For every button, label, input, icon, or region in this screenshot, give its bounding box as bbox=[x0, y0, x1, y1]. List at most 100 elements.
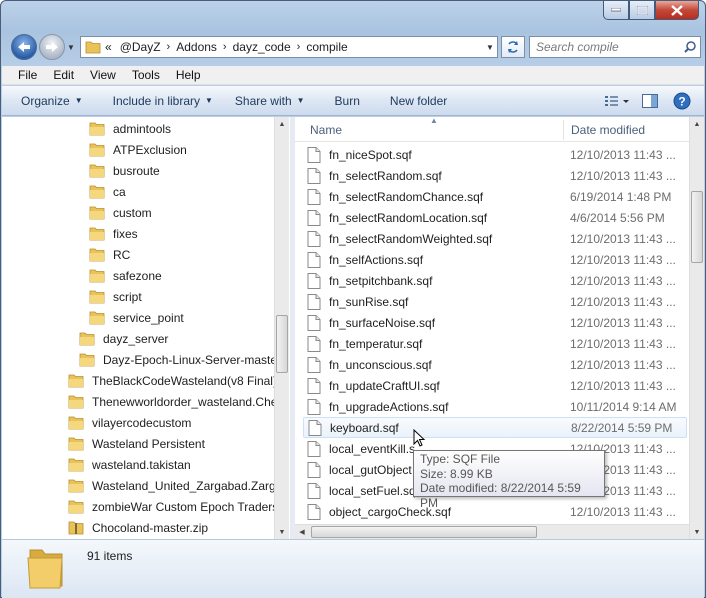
tree-item[interactable]: script bbox=[89, 286, 142, 307]
navigation-pane[interactable]: admintools ATPExclusion busroute ca custom fi… bbox=[2, 117, 290, 539]
file-row[interactable]: fn_setpitchbank.sqf 12/10/2013 11:43 ... bbox=[303, 270, 687, 291]
refresh-button[interactable] bbox=[501, 36, 525, 58]
scroll-down-arrow[interactable]: ▼ bbox=[690, 525, 704, 539]
chevron-right-icon[interactable]: › bbox=[167, 41, 171, 53]
tree-item[interactable]: custom bbox=[89, 202, 152, 223]
file-row[interactable]: fn_sunRise.sqf 12/10/2013 11:43 ... bbox=[303, 291, 687, 312]
tree-item[interactable]: ca bbox=[89, 181, 126, 202]
recent-pages-dropdown[interactable]: ▼ bbox=[67, 43, 75, 52]
minimize-button[interactable] bbox=[603, 1, 629, 20]
chevron-right-icon[interactable]: › bbox=[223, 41, 227, 53]
file-row[interactable]: fn_selectRandomChance.sqf 6/19/2014 1:48 … bbox=[303, 186, 687, 207]
forward-button[interactable] bbox=[39, 34, 65, 60]
maximize-button[interactable] bbox=[629, 1, 655, 20]
folder-icon bbox=[27, 549, 63, 589]
address-bar[interactable]: « @DayZ › Addons › dayz_code › compile ▼ bbox=[80, 36, 498, 58]
search-icon[interactable] bbox=[684, 41, 696, 53]
tree-item[interactable]: Thenewworldorder_wasteland.Cher bbox=[68, 391, 281, 412]
menu-tools[interactable]: Tools bbox=[124, 68, 168, 82]
tree-item[interactable]: wasteland.takistan bbox=[68, 454, 191, 475]
arrow-right-icon bbox=[46, 42, 58, 52]
file-name: fn_selectRandomWeighted.sqf bbox=[329, 231, 493, 246]
burn-button[interactable]: Burn bbox=[324, 94, 371, 108]
item-count: 91 items bbox=[87, 549, 133, 563]
file-row[interactable]: fn_unconscious.sqf 12/10/2013 11:43 ... bbox=[303, 354, 687, 375]
tree-item[interactable]: admintools bbox=[89, 118, 171, 139]
file-row[interactable]: fn_niceSpot.sqf 12/10/2013 11:43 ... bbox=[303, 144, 687, 165]
tree-item[interactable]: Wasteland_United_Zargabad.Zarga bbox=[68, 475, 282, 496]
search-input[interactable] bbox=[536, 40, 676, 54]
file-list-scrollbar[interactable]: ▲ ▼ bbox=[689, 117, 704, 539]
navigation-pane-scroll-thumb[interactable] bbox=[276, 315, 288, 373]
address-dropdown[interactable]: ▼ bbox=[483, 43, 497, 52]
include-in-library-label: Include in library bbox=[112, 93, 200, 108]
folder-icon bbox=[89, 206, 105, 220]
menu-edit[interactable]: Edit bbox=[45, 68, 82, 82]
file-row[interactable]: fn_selectRandomWeighted.sqf 12/10/2013 11… bbox=[303, 228, 687, 249]
file-info-tooltip: Type: SQF File Size: 8.99 KB Date modifi… bbox=[413, 450, 605, 510]
breadcrumb-compile[interactable]: compile bbox=[306, 40, 347, 54]
search-box[interactable] bbox=[529, 36, 701, 58]
tree-item[interactable]: zombieWar Custom Epoch Traders bbox=[68, 496, 278, 517]
chevron-down-icon: ▼ bbox=[74, 96, 83, 105]
folder-icon bbox=[89, 227, 105, 241]
menu-file[interactable]: File bbox=[10, 68, 45, 82]
tree-item[interactable]: service_point bbox=[89, 307, 184, 328]
tree-item[interactable]: ATPExclusion bbox=[89, 139, 187, 160]
organize-button[interactable]: Organize ▼ bbox=[10, 94, 94, 108]
menu-help[interactable]: Help bbox=[168, 68, 209, 82]
share-with-button[interactable]: Share with ▼ bbox=[224, 94, 316, 108]
navigation-pane-scrollbar[interactable]: ▲ ▼ bbox=[274, 117, 289, 539]
tree-item[interactable]: dayz_server bbox=[79, 328, 168, 349]
menu-view[interactable]: View bbox=[82, 68, 124, 82]
file-row[interactable]: fn_selfActions.sqf 12/10/2013 11:43 ... bbox=[303, 249, 687, 270]
file-list-scroll-thumb[interactable] bbox=[691, 191, 703, 263]
tree-item[interactable]: Dayz-Epoch-Linux-Server-master bbox=[79, 349, 281, 370]
file-date-modified: 10/11/2014 9:14 AM bbox=[570, 399, 677, 414]
horizontal-scroll-thumb[interactable] bbox=[311, 526, 537, 538]
breadcrumb-addons[interactable]: Addons bbox=[176, 40, 217, 54]
folder-icon bbox=[68, 437, 84, 451]
horizontal-scrollbar[interactable]: ◀ bbox=[295, 524, 689, 539]
tree-item[interactable]: TheBlackCodeWasteland(v8 Final)( bbox=[68, 370, 281, 391]
file-row[interactable]: fn_selectRandom.sqf 12/10/2013 11:43 ... bbox=[303, 165, 687, 186]
tree-item-label: Wasteland Persistent bbox=[92, 436, 205, 451]
preview-pane-button[interactable] bbox=[634, 91, 666, 111]
column-date-modified[interactable]: Date modified bbox=[571, 123, 645, 137]
tree-item[interactable]: fixes bbox=[89, 223, 138, 244]
file-row[interactable]: fn_upgradeActions.sqf 10/11/2014 9:14 AM bbox=[303, 396, 687, 417]
file-row[interactable]: fn_updateCraftUI.sqf 12/10/2013 11:43 ... bbox=[303, 375, 687, 396]
tree-item[interactable]: Chocoland-master.zip bbox=[68, 517, 208, 538]
close-button[interactable] bbox=[655, 1, 699, 20]
file-row[interactable]: fn_selectRandomLocation.sqf 4/6/2014 5:56… bbox=[303, 207, 687, 228]
address-root-chevron[interactable]: « bbox=[105, 40, 112, 54]
column-name[interactable]: Name bbox=[310, 123, 342, 137]
breadcrumb-dayz[interactable]: @DayZ bbox=[120, 40, 161, 54]
column-divider[interactable] bbox=[563, 120, 564, 140]
new-folder-button[interactable]: New folder bbox=[379, 94, 458, 108]
scroll-up-arrow[interactable]: ▲ bbox=[690, 117, 704, 131]
tree-item[interactable]: RC bbox=[89, 244, 130, 265]
tree-item[interactable]: busroute bbox=[89, 160, 160, 181]
file-date-modified: 6/19/2014 1:48 PM bbox=[570, 189, 672, 204]
refresh-icon bbox=[508, 41, 518, 53]
tree-item[interactable]: Wasteland Persistent bbox=[68, 433, 205, 454]
help-button[interactable]: ? bbox=[666, 91, 698, 111]
file-row[interactable]: fn_surfaceNoise.sqf 12/10/2013 11:43 ... bbox=[303, 312, 687, 333]
tree-item[interactable]: safezone bbox=[89, 265, 162, 286]
tree-item-label: fixes bbox=[113, 226, 138, 241]
include-in-library-button[interactable]: Include in library ▼ bbox=[102, 94, 224, 108]
scroll-up-arrow[interactable]: ▲ bbox=[275, 117, 289, 131]
scroll-left-arrow[interactable]: ◀ bbox=[295, 525, 309, 539]
breadcrumb-dayz-code[interactable]: dayz_code bbox=[233, 40, 291, 54]
svg-text:?: ? bbox=[678, 95, 685, 109]
burn-label: Burn bbox=[334, 93, 360, 108]
file-row[interactable]: keyboard.sqf 8/22/2014 5:59 PM bbox=[303, 417, 687, 438]
change-view-button[interactable] bbox=[602, 91, 634, 111]
chevron-right-icon[interactable]: › bbox=[297, 41, 301, 53]
file-row[interactable]: fn_temperatur.sqf 12/10/2013 11:43 ... bbox=[303, 333, 687, 354]
scroll-down-arrow[interactable]: ▼ bbox=[275, 525, 289, 539]
back-button[interactable] bbox=[11, 34, 37, 60]
tree-item[interactable]: vilayercodecustom bbox=[68, 412, 191, 433]
file-icon bbox=[307, 440, 321, 457]
